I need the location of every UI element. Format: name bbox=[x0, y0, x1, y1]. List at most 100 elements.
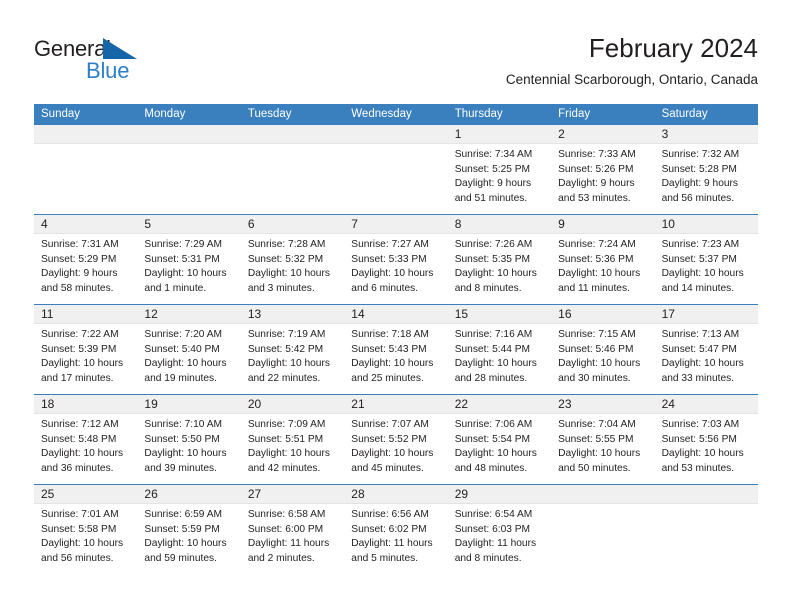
sunset-text: Sunset: 5:44 PM bbox=[454, 343, 531, 355]
day-number: 15 bbox=[454, 307, 469, 321]
day-number-band: 17 bbox=[654, 305, 758, 324]
day-number-band: 15 bbox=[447, 305, 552, 324]
day-number: 23 bbox=[558, 397, 572, 411]
weekday-header-sunday: Sunday bbox=[41, 108, 81, 120]
day-details: Sunrise: 7:34 AM Sunset: 5:25 PM Daylight:… bbox=[448, 144, 551, 206]
daylight-text: Daylight: 10 hours bbox=[454, 358, 537, 370]
day-number: 2 bbox=[558, 127, 565, 141]
calendar-day-cell[interactable]: 13 Sunrise: 7:19 AM Sunset: 5:42 PM Dayligh… bbox=[240, 305, 345, 394]
calendar-day-cell[interactable]: 18 Sunrise: 7:12 AM Sunset: 5:48 PM Dayligh… bbox=[34, 395, 138, 484]
daylight-text: and 17 minutes. bbox=[41, 372, 114, 384]
calendar-day-cell[interactable]: 28 Sunrise: 6:56 AM Sunset: 6:02 PM Dayligh… bbox=[344, 485, 448, 575]
day-number-band: 22 bbox=[447, 395, 552, 414]
calendar-day-cell[interactable]: 4 Sunrise: 7:31 AM Sunset: 5:29 PM Daylight… bbox=[34, 215, 138, 304]
daylight-text: Daylight: 11 hours bbox=[351, 538, 433, 550]
day-number: 28 bbox=[351, 487, 365, 501]
daylight-text: and 8 minutes. bbox=[454, 282, 522, 294]
day-details: Sunrise: 6:58 AM Sunset: 6:00 PM Daylight:… bbox=[241, 504, 344, 566]
day-details: Sunrise: 7:10 AM Sunset: 5:50 PM Daylight:… bbox=[137, 414, 240, 476]
day-number-band: 11 bbox=[34, 305, 138, 324]
day-number: 12 bbox=[144, 307, 158, 321]
calendar-day-cell[interactable]: 16 Sunrise: 7:15 AM Sunset: 5:46 PM Dayligh… bbox=[551, 305, 655, 394]
weekday-header-row: Sunday Monday Tuesday Wednesday Thursday Frid… bbox=[34, 104, 758, 125]
day-number-band bbox=[240, 125, 345, 144]
weekday-header-thursday: Thursday bbox=[454, 108, 503, 120]
daylight-text: Daylight: 10 hours bbox=[558, 448, 641, 460]
sunrise-text: Sunrise: 7:29 AM bbox=[144, 239, 223, 250]
sunset-text: Sunset: 5:26 PM bbox=[558, 163, 634, 175]
daylight-text: and 39 minutes. bbox=[144, 462, 217, 474]
calendar-day-cell[interactable]: 23 Sunrise: 7:04 AM Sunset: 5:55 PM Dayligh… bbox=[551, 395, 655, 484]
day-number-band: 24 bbox=[654, 395, 758, 414]
day-number-band: 18 bbox=[34, 395, 138, 414]
day-number-band bbox=[654, 485, 758, 504]
day-number: 24 bbox=[661, 397, 675, 411]
calendar-day-cell[interactable]: 3 Sunrise: 7:32 AM Sunset: 5:28 PM Daylight… bbox=[654, 125, 758, 214]
calendar-day-cell[interactable]: 20 Sunrise: 7:09 AM Sunset: 5:51 PM Dayligh… bbox=[240, 395, 345, 484]
calendar-day-cell[interactable]: 1 Sunrise: 7:34 AM Sunset: 5:25 PM Daylight… bbox=[447, 125, 552, 214]
calendar-day-cell[interactable]: 25 Sunrise: 7:01 AM Sunset: 5:58 PM Dayligh… bbox=[34, 485, 138, 575]
day-details: Sunrise: 7:01 AM Sunset: 5:58 PM Daylight:… bbox=[34, 504, 137, 566]
daylight-text: and 5 minutes. bbox=[351, 552, 419, 564]
sunrise-text: Sunrise: 7:19 AM bbox=[247, 329, 326, 340]
day-number-band bbox=[137, 125, 241, 144]
calendar-day-cell[interactable]: 6 Sunrise: 7:28 AM Sunset: 5:32 PM Daylight… bbox=[240, 215, 345, 304]
day-details: Sunrise: 7:29 AM Sunset: 5:31 PM Daylight:… bbox=[137, 234, 240, 296]
calendar-day-cell[interactable]: 5 Sunrise: 7:29 AM Sunset: 5:31 PM Daylight… bbox=[137, 215, 241, 304]
day-number: 26 bbox=[144, 487, 158, 501]
sunset-text: Sunset: 5:46 PM bbox=[558, 343, 634, 355]
calendar-day-cell[interactable]: 17 Sunrise: 7:13 AM Sunset: 5:47 PM Dayligh… bbox=[654, 305, 758, 394]
calendar-day-cell[interactable]: 11 Sunrise: 7:22 AM Sunset: 5:39 PM Dayligh… bbox=[34, 305, 138, 394]
day-details: Sunrise: 7:04 AM Sunset: 5:55 PM Daylight:… bbox=[551, 414, 654, 476]
daylight-text: and 8 minutes. bbox=[454, 552, 522, 564]
daylight-text: Daylight: 10 hours bbox=[454, 448, 537, 460]
daylight-text: Daylight: 10 hours bbox=[41, 358, 124, 370]
day-details: Sunrise: 7:22 AM Sunset: 5:39 PM Daylight:… bbox=[34, 324, 137, 386]
day-number: 17 bbox=[661, 307, 675, 321]
day-number-band: 19 bbox=[137, 395, 241, 414]
sunrise-text: Sunrise: 7:28 AM bbox=[247, 239, 326, 250]
calendar-day-cell[interactable]: 14 Sunrise: 7:18 AM Sunset: 5:43 PM Dayligh… bbox=[344, 305, 448, 394]
sunset-text: Sunset: 5:42 PM bbox=[247, 343, 324, 355]
calendar-day-cell[interactable]: 9 Sunrise: 7:24 AM Sunset: 5:36 PM Daylight… bbox=[551, 215, 655, 304]
day-number-band: 20 bbox=[240, 395, 345, 414]
page-title: February 2024 bbox=[588, 33, 758, 63]
calendar-day-cell[interactable]: 2 Sunrise: 7:33 AM Sunset: 5:26 PM Daylight… bbox=[551, 125, 655, 214]
sunset-text: Sunset: 5:28 PM bbox=[661, 163, 737, 175]
daylight-text: Daylight: 10 hours bbox=[247, 268, 330, 280]
sunset-text: Sunset: 5:37 PM bbox=[661, 253, 737, 265]
day-number: 6 bbox=[247, 217, 255, 231]
daylight-text: and 33 minutes. bbox=[661, 372, 735, 384]
sunrise-text: Sunrise: 7:16 AM bbox=[454, 329, 533, 340]
calendar-day-cell[interactable]: 27 Sunrise: 6:58 AM Sunset: 6:00 PM Dayligh… bbox=[240, 485, 345, 575]
day-details bbox=[344, 144, 447, 148]
day-details: Sunrise: 7:16 AM Sunset: 5:44 PM Daylight:… bbox=[448, 324, 551, 386]
day-number: 19 bbox=[144, 397, 158, 411]
day-number-band: 16 bbox=[551, 305, 655, 324]
calendar-day-cell[interactable]: 19 Sunrise: 7:10 AM Sunset: 5:50 PM Dayligh… bbox=[137, 395, 241, 484]
calendar-week-row: 18 Sunrise: 7:12 AM Sunset: 5:48 PM Dayligh… bbox=[34, 395, 758, 485]
day-number-band: 25 bbox=[34, 485, 138, 504]
calendar-day-cell[interactable]: 7 Sunrise: 7:27 AM Sunset: 5:33 PM Daylight… bbox=[344, 215, 448, 304]
calendar-day-cell[interactable]: 10 Sunrise: 7:23 AM Sunset: 5:37 PM Dayligh… bbox=[654, 215, 758, 304]
day-number: 13 bbox=[247, 307, 262, 321]
calendar-day-cell[interactable]: 15 Sunrise: 7:16 AM Sunset: 5:44 PM Dayligh… bbox=[447, 305, 552, 394]
calendar-day-cell[interactable]: 22 Sunrise: 7:06 AM Sunset: 5:54 PM Dayligh… bbox=[447, 395, 552, 484]
sunrise-text: Sunrise: 7:03 AM bbox=[661, 419, 740, 430]
sunset-text: Sunset: 5:58 PM bbox=[41, 523, 117, 535]
calendar-day-cell[interactable]: 12 Sunrise: 7:20 AM Sunset: 5:40 PM Dayligh… bbox=[137, 305, 241, 394]
daylight-text: and 3 minutes. bbox=[247, 282, 315, 294]
daylight-text: Daylight: 10 hours bbox=[144, 268, 227, 280]
day-details: Sunrise: 7:33 AM Sunset: 5:26 PM Daylight:… bbox=[551, 144, 654, 206]
calendar-day-cell[interactable]: 29 Sunrise: 6:54 AM Sunset: 6:03 PM Dayligh… bbox=[447, 485, 552, 575]
calendar-day-cell[interactable]: 24 Sunrise: 7:03 AM Sunset: 5:56 PM Dayligh… bbox=[654, 395, 758, 484]
day-number-band: 2 bbox=[551, 125, 655, 144]
calendar-day-cell[interactable]: 8 Sunrise: 7:26 AM Sunset: 5:35 PM Daylight… bbox=[447, 215, 552, 304]
calendar-day-cell[interactable]: 26 Sunrise: 6:59 AM Sunset: 5:59 PM Dayligh… bbox=[137, 485, 241, 575]
daylight-text: Daylight: 10 hours bbox=[144, 538, 227, 550]
sunrise-text: Sunrise: 7:20 AM bbox=[144, 329, 223, 340]
day-details: Sunrise: 7:32 AM Sunset: 5:28 PM Daylight:… bbox=[655, 144, 758, 206]
day-number: 10 bbox=[661, 217, 675, 231]
sunset-text: Sunset: 5:48 PM bbox=[41, 433, 117, 445]
calendar-day-cell[interactable]: 21 Sunrise: 7:07 AM Sunset: 5:52 PM Dayligh… bbox=[344, 395, 448, 484]
